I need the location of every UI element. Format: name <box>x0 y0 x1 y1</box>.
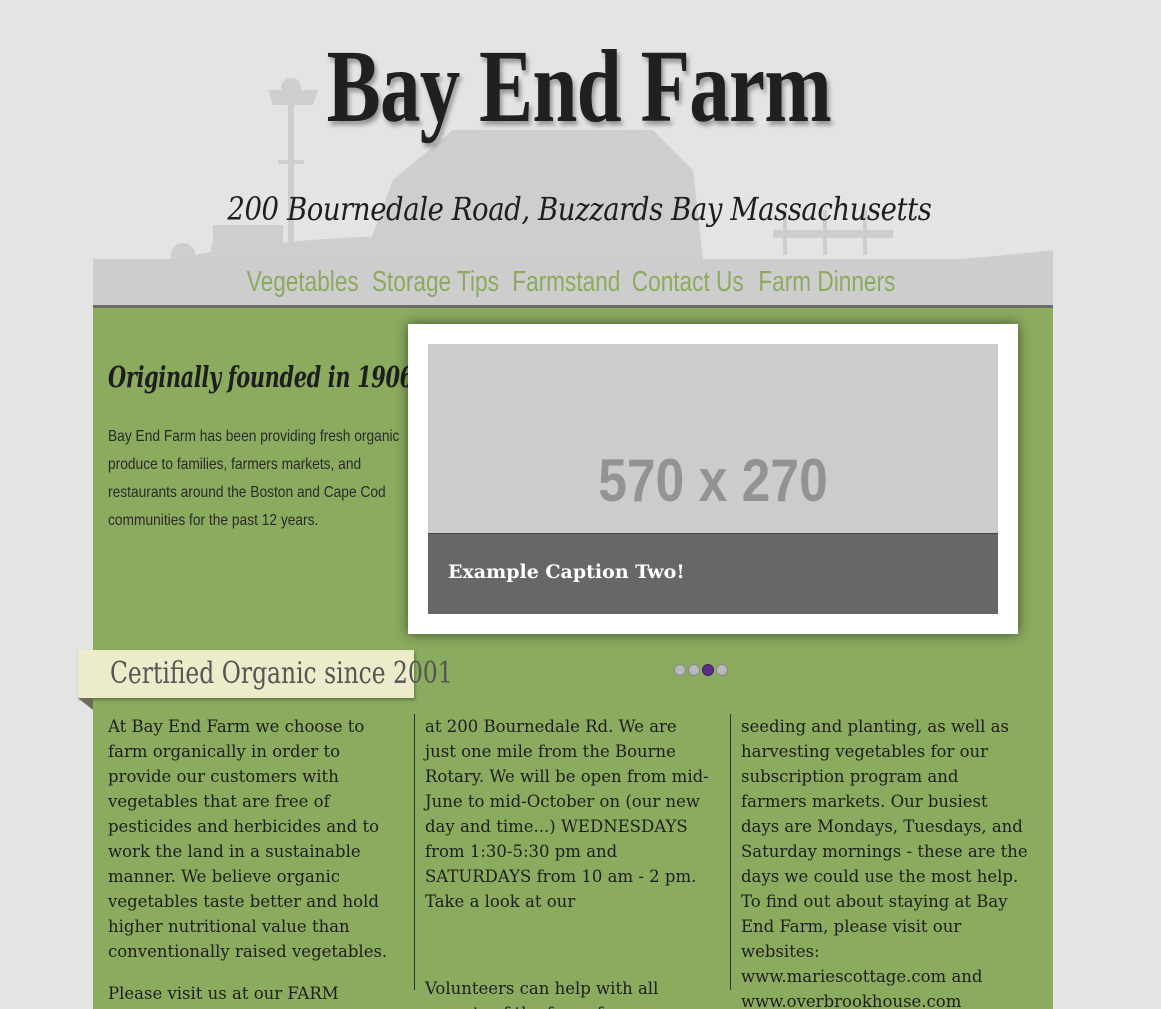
slider-dot-4[interactable] <box>716 664 728 676</box>
content-column-2: at 200 Bournedale Rd. We are just one mi… <box>414 714 710 1009</box>
slide-caption: Example Caption Two! <box>448 561 685 583</box>
slider-dot-2[interactable] <box>688 664 700 676</box>
slide-placeholder-text: 570 x 270 <box>598 447 828 514</box>
nav-link-storage-tips[interactable]: Storage Tips <box>372 266 499 299</box>
ribbon-fold <box>78 698 93 710</box>
slider-dot-3[interactable] <box>702 664 714 676</box>
slider-dot-1[interactable] <box>674 664 686 676</box>
column-paragraph: Volunteers can help with all aspects of … <box>425 979 659 1009</box>
intro-heading: Originally founded in 1906 <box>108 360 414 394</box>
content-column-3: seeding and planting, as well as harvest… <box>730 714 1028 1009</box>
nav-link-farm-dinners[interactable]: Farm Dinners <box>759 266 896 299</box>
site-address: 200 Bournedale Road, Buzzards Bay Massac… <box>227 190 932 228</box>
column-paragraph: at 200 Bournedale Rd. We are just one mi… <box>425 717 709 911</box>
slide-caption-bar: Example Caption Two! <box>428 534 998 614</box>
column-paragraph: Please visit us at our FARM STAND <box>108 984 339 1003</box>
site-title: Bay End Farm <box>326 29 832 144</box>
nav-link-contact-us[interactable]: Contact Us <box>632 266 744 299</box>
slide-image-placeholder[interactable]: 570 x 270 <box>428 344 998 534</box>
nav-link-farmstand[interactable]: Farmstand <box>513 266 621 299</box>
column-paragraph: seeding and planting, as well as harvest… <box>741 717 1028 1009</box>
nav-link-vegetables[interactable]: Vegetables <box>247 266 359 299</box>
main-nav: Vegetables Storage Tips Farmstand Contac… <box>93 259 1053 308</box>
certified-organic-ribbon: Certified Organic since 2001 <box>78 650 453 698</box>
content-column-1: At Bay End Farm we choose to farm organi… <box>108 714 400 1009</box>
ribbon-label: Certified Organic since 2001 <box>110 656 453 691</box>
slider-pagination <box>674 664 728 676</box>
image-slider[interactable]: 570 x 270 Example Caption Two! <box>408 324 1018 634</box>
column-paragraph: At Bay End Farm we choose to farm organi… <box>108 717 388 961</box>
intro-text: Bay End Farm has been providing fresh or… <box>108 428 400 529</box>
column-spacer <box>425 931 710 976</box>
main-content: Originally founded in 1906 Bay End Farm … <box>78 308 1053 1009</box>
